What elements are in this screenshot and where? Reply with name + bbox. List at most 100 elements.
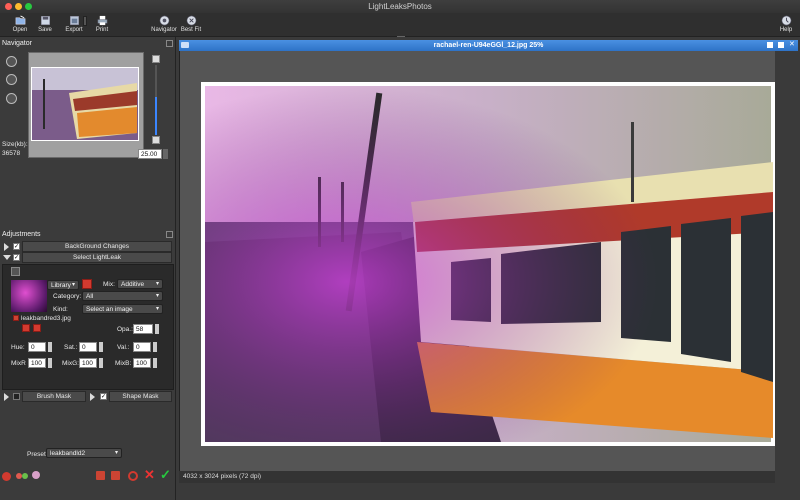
zoom-window-button[interactable] [25,3,32,10]
nav-actual-size-icon[interactable] [6,93,17,104]
close-window-button[interactable] [5,3,12,10]
document-close-button[interactable]: ✕ [789,41,796,49]
select-lightleak-header[interactable]: Select LightLeak [22,252,172,263]
adjustments-panel-toggle[interactable] [166,231,173,238]
size-label: Size(kb): [2,141,28,148]
leak-remove-button[interactable] [22,324,30,332]
val-field[interactable]: 0 [133,342,151,352]
print-button[interactable]: Print [88,14,116,36]
batch-icon[interactable] [32,471,40,479]
sat-field[interactable]: 0 [79,342,97,352]
shape-mask-header[interactable]: Shape Mask [109,391,172,402]
zoom-stepper[interactable] [163,149,168,159]
leak-reset-button[interactable] [33,324,41,332]
navigator-thumbnail [29,53,143,157]
export-icon [69,16,79,25]
document-title: rachael-ren-U94eGGl_12.jpg 25% [433,42,544,49]
canvas-margin [785,51,798,483]
hue-label: Hue: [11,344,25,351]
select-lightleak-collapse-icon[interactable] [3,255,11,260]
navigator-button[interactable]: Navigator [150,14,178,36]
best-fit-icon [186,15,196,26]
brush-mask-header[interactable]: Brush Mask [22,391,86,402]
open-button[interactable]: Open [6,14,34,36]
zoom-value-field[interactable]: 25.00 [138,149,162,159]
library-select[interactable]: Library [47,280,79,290]
mixg-field[interactable]: 100 [79,358,97,368]
adjustments-heading: Adjustments [2,231,41,238]
category-label: Category: [53,293,82,300]
save-icon [40,16,50,25]
reset-icon[interactable] [128,471,138,481]
opacity-field[interactable]: 58 [133,324,153,334]
status-bar: 4032 x 3024 pixels (72 dpi) [179,471,775,483]
navigator-icon [159,15,169,26]
add-preset-icon[interactable] [96,471,105,480]
random-leak-icon[interactable] [2,472,11,481]
shape-mask-expand-icon[interactable] [90,393,95,401]
opacity-label: Opa.: [117,326,133,333]
document-minimize-button[interactable] [767,42,773,48]
library-color-button[interactable] [82,279,92,289]
mixg-label: MixG: [62,360,79,367]
background-changes-checkbox[interactable]: ✓ [13,243,20,250]
lightleak-tool-icon[interactable] [11,267,20,276]
hue-stepper[interactable] [48,342,52,352]
mixr-field[interactable]: 100 [28,358,46,368]
background-changes-header[interactable]: BackGround Changes [22,241,172,252]
kind-select[interactable]: Select an image [82,304,163,314]
print-icon [97,15,107,26]
mixr-stepper[interactable] [48,358,52,368]
navigator-panel-toggle[interactable] [166,40,173,47]
mixb-field[interactable]: 100 [133,358,151,368]
sat-label: Sat.: [64,344,78,351]
brush-mask-checkbox[interactable] [13,393,20,400]
sat-stepper[interactable] [99,342,103,352]
zoom-out-button[interactable] [152,136,160,144]
help-button[interactable]: Help [772,14,800,36]
cancel-icon[interactable]: ✕ [144,468,155,481]
preset-select[interactable]: leakbandld2 [46,448,122,458]
brush-mask-expand-icon[interactable] [4,393,9,401]
mixb-stepper[interactable] [153,358,157,368]
hue-field[interactable]: 0 [28,342,46,352]
best-fit-button[interactable]: Best Fit [177,14,205,36]
export-dropdown-arrow[interactable] [83,16,87,26]
select-lightleak-checkbox[interactable]: ✓ [13,254,20,261]
nav-zoom-in-icon[interactable] [6,56,17,67]
leak-filename: leakbandred3.jpg [21,315,71,322]
mix-select[interactable]: Additive [117,279,163,289]
photo-frame [201,82,775,446]
open-icon [15,15,25,25]
opacity-stepper[interactable] [155,324,159,334]
vertical-scrollbar[interactable] [775,51,785,471]
help-icon [781,15,791,26]
apply-icon[interactable]: ✓ [160,468,171,481]
document-title-bar[interactable]: rachael-ren-U94eGGl_12.jpg 25% [179,40,798,51]
mixg-stepper[interactable] [99,358,103,368]
size-value: 36578 [2,150,21,157]
lightleak-thumbnail[interactable] [11,280,47,312]
mix-label: Mix: [103,281,115,288]
mixr-label: MixR [11,360,26,367]
nav-zoom-out-icon[interactable] [6,74,17,85]
edited-photo[interactable] [201,82,775,446]
background-changes-expand-icon[interactable] [4,243,9,251]
window-title-bar: LightLeaksPhotos [0,0,800,13]
preset-label: Preset: [27,451,48,458]
zoom-in-button[interactable] [152,55,160,63]
category-select[interactable]: All [82,291,163,301]
val-stepper[interactable] [153,342,157,352]
minimize-window-button[interactable] [15,3,22,10]
palette-green-icon[interactable] [22,473,28,479]
navigator-heading: Navigator [2,40,32,47]
remove-preset-icon[interactable] [111,471,120,480]
shape-mask-checkbox[interactable]: ✓ [100,393,107,400]
zoom-slider-fill [155,97,157,135]
kind-label: Kind: [53,306,68,313]
document-icon [181,42,189,48]
toolbar [0,13,800,37]
document-restore-button[interactable] [778,42,784,48]
navigator-preview[interactable] [28,52,144,158]
save-button[interactable]: Save [31,14,59,36]
